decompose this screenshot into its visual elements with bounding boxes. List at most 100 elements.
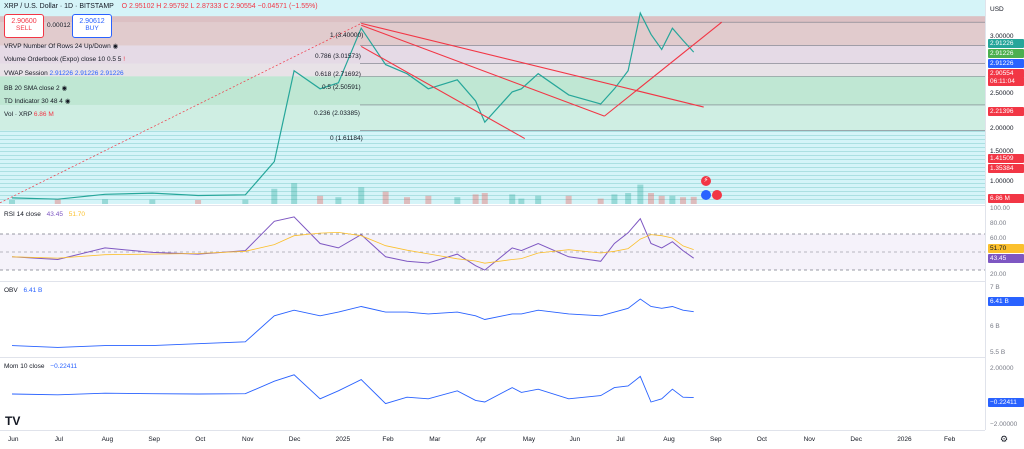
volume-bar <box>454 197 461 204</box>
momentum-chart[interactable] <box>0 358 985 430</box>
momentum-tick: 2.00000 <box>990 365 1014 372</box>
time-tick: Mar <box>429 436 441 443</box>
time-tick: Aug <box>663 436 675 443</box>
volume-bar <box>625 193 632 204</box>
time-tick: Jun <box>8 436 19 443</box>
obv-tag: 6.41 B <box>988 297 1024 306</box>
momentum-tick: −2.00000 <box>990 421 1018 428</box>
symbol-header: XRP / U.S. Dollar · 1D · BITSTAMP O 2.95… <box>4 3 318 10</box>
volume-bar <box>611 194 618 204</box>
eye-icon[interactable]: ◉ <box>113 43 119 50</box>
fib-label-1: 1 (3.40000) <box>330 32 364 39</box>
volume-bar <box>291 183 298 204</box>
volume-bar <box>597 198 604 204</box>
volume-bar <box>669 195 676 204</box>
time-tick: Nov <box>242 436 254 443</box>
spread-value: 0.00012 <box>47 22 71 29</box>
volume-bar <box>637 184 644 204</box>
fib-label-0236: 0.236 (2.03385) <box>314 110 360 117</box>
price-tag-level: 2.21396 <box>988 107 1024 116</box>
volume-bar <box>9 200 15 204</box>
indicator-volume-orderbook[interactable]: Volume Orderbook (Expo) close 10 0.5 5 ! <box>4 56 125 63</box>
rsi-tick: 20.00 <box>990 271 1007 278</box>
rsi-signal-tag: 51.70 <box>988 244 1024 253</box>
volume-bar <box>149 199 156 204</box>
price-tag-vwap: 2.91226 <box>988 39 1024 48</box>
obv-pane[interactable]: OBV 6.41 B <box>0 281 985 357</box>
flag-icon[interactable] <box>701 190 711 200</box>
eye-icon[interactable]: ◉ <box>65 98 71 105</box>
obv-chart[interactable] <box>0 282 985 357</box>
time-tick: Oct <box>195 436 206 443</box>
volume-bar <box>382 191 389 204</box>
time-tick: Sep <box>148 436 160 443</box>
indicator-bb[interactable]: BB 20 SMA close 2 ◉ <box>4 84 67 92</box>
price-chart[interactable] <box>0 0 985 204</box>
volume-bar <box>317 195 324 204</box>
indicator-vrvp[interactable]: VRVP Number Of Rows 24 Up/Down ◉ <box>4 42 118 50</box>
volume-bar <box>242 199 249 204</box>
time-tick: Jun <box>569 436 581 443</box>
rsi-tick: 60.00 <box>990 235 1007 242</box>
time-tick: Feb <box>382 436 394 443</box>
time-tick: Sep <box>710 436 722 443</box>
time-tick: Nov <box>803 436 816 443</box>
volume-bar <box>680 197 687 204</box>
time-tick: Dec <box>850 436 862 443</box>
volume-bar <box>565 195 572 204</box>
time-tick: 2026 <box>897 436 912 443</box>
momentum-pane[interactable]: Mom 10 close −0.22411 TV <box>0 357 985 430</box>
indicator-vwap[interactable]: VWAP Session 2.91226 2.91226 2.91226 <box>4 70 124 77</box>
volume-bar <box>425 195 432 204</box>
flag-icon[interactable] <box>712 190 722 200</box>
rsi-legend[interactable]: RSI 14 close 43.45 51.70 <box>4 211 85 218</box>
fib-label-0: 0 (1.61184) <box>330 135 363 142</box>
obv-tick: 6 B <box>990 323 1000 330</box>
momentum-tag: −0.22411 <box>988 398 1024 407</box>
symbol-title: XRP / U.S. Dollar · 1D · BITSTAMP <box>4 3 114 10</box>
price-axis[interactable]: USD 3.00000 2.50000 2.00000 1.50000 1.00… <box>985 0 1024 444</box>
eye-icon[interactable]: ◉ <box>61 85 67 92</box>
fib-label-05: 0.5 (2.50591) <box>322 84 361 91</box>
warning-icon: ! <box>123 56 126 63</box>
indicator-td[interactable]: TD Indicator 30 48 4 ◉ <box>4 97 70 105</box>
sell-button[interactable]: 2.90600 SELL <box>4 14 44 38</box>
fib-zone <box>0 16 985 23</box>
volume-bar <box>271 188 278 204</box>
rsi-pane[interactable]: RSI 14 close 43.45 51.70 <box>0 205 985 281</box>
volume-bar <box>335 197 342 204</box>
time-tick: Jul <box>616 436 625 443</box>
rsi-tick: 80.00 <box>990 220 1007 227</box>
event-icon[interactable]: ⚡ <box>701 176 711 186</box>
time-tick: Feb <box>944 436 956 443</box>
volume-bar <box>509 194 516 204</box>
momentum-legend[interactable]: Mom 10 close −0.22411 <box>4 363 77 370</box>
indicator-volume[interactable]: Vol · XRP 6.86 M <box>4 111 54 118</box>
fib-zone <box>0 104 985 131</box>
price-tick: 2.00000 <box>990 125 1014 132</box>
buy-price: 2.90612 <box>79 18 105 25</box>
buy-button[interactable]: 2.90612 BUY <box>72 14 112 38</box>
volume-bar <box>648 193 655 204</box>
volume-bar <box>195 200 202 204</box>
volume-bar <box>690 196 697 204</box>
sell-label: SELL <box>16 25 32 32</box>
time-axis[interactable]: Jun Jul Aug Sep Oct Nov Dec 2025 Feb Mar Apr May Jun… <box>0 430 985 449</box>
time-tick: 2025 <box>335 436 351 443</box>
tradingview-logo[interactable]: TV <box>5 414 20 428</box>
price-tick: 2.50000 <box>990 90 1014 97</box>
ohlc-values: O 2.95102 H 2.95792 L 2.87333 C 2.90554 … <box>121 3 318 10</box>
obv-legend[interactable]: OBV 6.41 B <box>4 287 42 294</box>
price-tag-vwap: 2.91226 <box>988 59 1024 68</box>
obv-line <box>11 298 694 348</box>
settings-gear-icon[interactable]: ⚙ <box>1000 434 1008 445</box>
price-tick: 1.00000 <box>990 178 1014 185</box>
time-tick: Apr <box>476 436 487 443</box>
volume-bar <box>472 194 479 204</box>
rsi-chart[interactable] <box>0 206 985 281</box>
rsi-value-tag: 43.45 <box>988 254 1024 263</box>
volume-bar <box>535 195 542 204</box>
price-tag-level: 1.35384 <box>988 164 1024 173</box>
price-pane[interactable]: XRP / U.S. Dollar · 1D · BITSTAMP O 2.95… <box>0 0 985 204</box>
currency-label[interactable]: USD <box>990 6 1004 13</box>
